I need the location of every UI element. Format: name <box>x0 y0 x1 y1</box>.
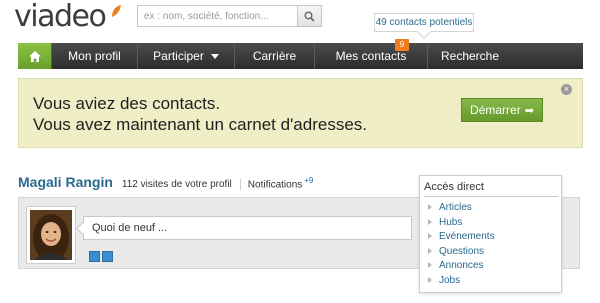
logo-leaf-icon <box>112 5 121 17</box>
address-book-banner: Vous aviez des contacts. Vous avez maint… <box>18 78 583 148</box>
home-icon <box>28 50 41 62</box>
status-input[interactable]: Quoi de neuf ... <box>83 216 412 240</box>
triangle-right-icon <box>428 262 432 269</box>
nav-item-label: Mon profil <box>68 49 121 63</box>
nav-item-mon-profil[interactable]: Mon profil <box>51 43 137 69</box>
share-icons <box>89 251 113 262</box>
quick-access-item-evenements[interactable]: Evénements <box>428 230 495 245</box>
avatar[interactable] <box>26 206 76 264</box>
nav-item-participer[interactable]: Participer <box>137 43 234 69</box>
main-nav: Mon profil Participer Carrière Mes conta… <box>18 39 583 69</box>
user-photo <box>30 210 72 260</box>
profile-name[interactable]: Magali Rangin <box>18 174 113 190</box>
twitter-icon[interactable] <box>89 251 100 262</box>
quick-access-item-annonces[interactable]: Annonces <box>428 259 495 274</box>
triangle-right-icon <box>428 204 432 211</box>
triangle-right-icon <box>428 233 432 240</box>
triangle-right-icon <box>428 247 432 254</box>
quick-access-label: Hubs <box>439 216 463 228</box>
nav-item-label: Recherche <box>440 49 500 63</box>
quick-access-list: Articles Hubs Evénements Questions Annon… <box>428 201 495 288</box>
quick-access-item-hubs[interactable]: Hubs <box>428 216 495 231</box>
nav-item-label: Participer <box>153 49 204 63</box>
search-input[interactable] <box>138 6 297 26</box>
close-icon[interactable]: × <box>561 84 572 95</box>
nav-item-carriere[interactable]: Carrière <box>234 43 314 69</box>
nav-home[interactable] <box>18 43 51 69</box>
search-bar <box>137 5 322 27</box>
search-icon <box>304 11 315 22</box>
nav-item-label: Mes contacts <box>335 49 407 63</box>
chevron-down-icon <box>210 54 219 60</box>
banner-message: Vous aviez des contacts. Vous avez maint… <box>33 93 367 135</box>
quick-access-item-articles[interactable]: Articles <box>428 201 495 216</box>
linkedin-icon[interactable] <box>102 251 113 262</box>
arrow-right-icon: ➡ <box>524 105 534 117</box>
profile-summary: Magali Rangin 112 visites de votre profi… <box>18 174 313 190</box>
triangle-right-icon <box>428 218 432 225</box>
quick-access-label: Articles <box>439 202 472 213</box>
quick-access-label: Jobs <box>439 274 461 286</box>
notifications-label: Notifications <box>247 179 303 190</box>
triangle-right-icon <box>428 276 432 283</box>
logo-text: viadeo <box>14 0 107 34</box>
nav-item-recherche[interactable]: Recherche <box>427 43 512 69</box>
quick-access-label: Annonces <box>439 260 484 271</box>
nav-item-mes-contacts[interactable]: Mes contacts 9 <box>314 39 427 69</box>
quick-access-label: Questions <box>439 245 485 257</box>
viadeo-logo[interactable]: viadeo <box>14 2 124 34</box>
search-button[interactable] <box>297 6 321 26</box>
quick-access-item-questions[interactable]: Questions <box>428 245 495 260</box>
quick-access-label: Evénements <box>439 231 495 242</box>
start-button-label: Démarrer <box>470 103 521 117</box>
potential-contacts-link[interactable]: 49 contacts potentiels <box>374 13 474 32</box>
banner-line-1: Vous aviez des contacts. <box>33 94 221 113</box>
quick-access-item-jobs[interactable]: Jobs <box>428 274 495 289</box>
quick-access-panel: Accès direct Articles Hubs Evénements Qu… <box>419 175 562 293</box>
profile-visits-link[interactable]: 112 visites de votre profil <box>122 179 241 190</box>
quick-access-title: Accès direct <box>424 181 558 197</box>
notifications-link[interactable]: Notifications +9 <box>248 176 314 190</box>
notifications-count: +9 <box>304 175 314 185</box>
banner-line-2: Vous avez maintenant un carnet d'adresse… <box>33 115 368 134</box>
contacts-count-badge: 9 <box>395 39 409 51</box>
start-button[interactable]: Démarrer ➡ <box>461 98 543 122</box>
nav-item-label: Carrière <box>252 49 297 63</box>
